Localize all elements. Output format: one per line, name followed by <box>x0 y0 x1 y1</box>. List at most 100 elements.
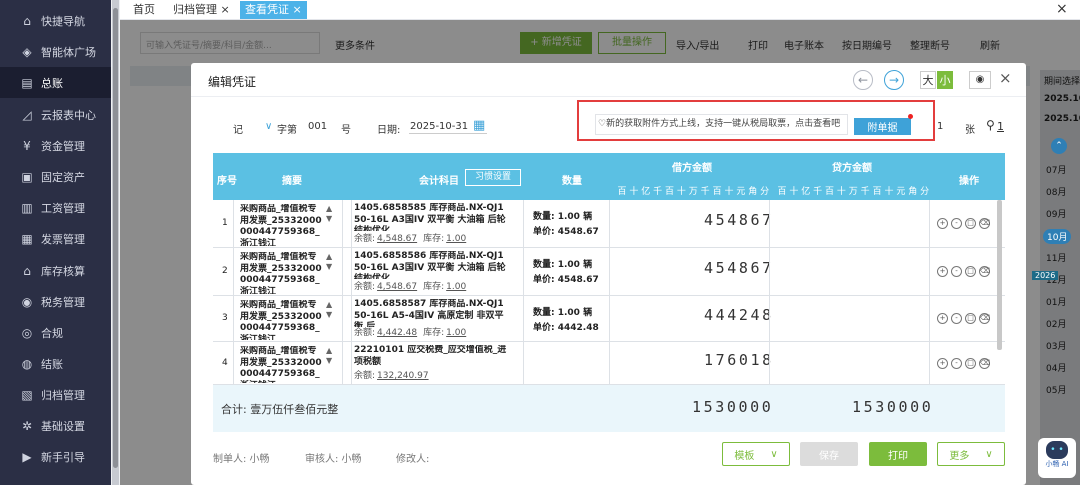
digit-label: 分 <box>920 187 930 197</box>
sidebar-item-3[interactable]: ◿ 云报表中心 <box>0 99 111 130</box>
sidebar-item-5[interactable]: ▣ 固定资产 <box>0 161 111 192</box>
size-small-button[interactable]: 小 <box>937 71 953 89</box>
sidebar-item-1[interactable]: ◈ 智能体广场 <box>0 36 111 67</box>
voucher-table-header: 序号 摘要 会计科目 习惯设置 数量 借方金额 贷方金额 操作 百十亿千百十万千… <box>213 153 1005 200</box>
summary-scroll-icon[interactable]: ▲ ▼ <box>326 204 332 224</box>
summary-scroll-icon[interactable]: ▲ ▼ <box>326 252 332 272</box>
voucher-number-input[interactable]: 001 <box>308 121 327 132</box>
period-month[interactable]: 04月 <box>1046 361 1066 374</box>
copy-row-icon[interactable]: □ <box>965 357 976 369</box>
summary-scroll-icon[interactable]: ▲ ▼ <box>326 346 332 366</box>
remove-row-icon[interactable]: - <box>951 357 962 369</box>
remove-row-icon[interactable]: - <box>951 218 962 229</box>
chevron-down-icon[interactable]: ∨ <box>770 449 777 460</box>
digit-label: 百 <box>872 187 882 197</box>
period-month[interactable]: 05月 <box>1046 383 1066 396</box>
chevron-down-icon[interactable]: ∨ <box>985 449 992 460</box>
summary-cell[interactable]: 采购商品_增值税专用发票_25332000000447759368_浙江钱江 <box>240 346 325 383</box>
copy-row-icon[interactable]: □ <box>965 313 976 324</box>
table-row[interactable]: 4 采购商品_增值税专用发票_25332000000447759368_浙江钱江 2… <box>213 342 1005 385</box>
account-cell[interactable]: 1405.6858586 库存商品.NX-QJ150-16L A3国IV 双平衡… <box>354 251 509 279</box>
delete-row-icon[interactable]: ⌫ <box>979 313 990 324</box>
summary-cell[interactable]: 采购商品_增值税专用发票_25332000000447759368_浙江钱江 <box>240 300 325 340</box>
save-button[interactable]: 保存 <box>800 442 858 466</box>
delete-row-icon[interactable]: ⌫ <box>979 266 990 277</box>
sidebar-item-14[interactable]: ▶ 新手引导 <box>0 441 111 472</box>
print-button[interactable]: 打印 <box>869 442 927 466</box>
col-summary: 摘要 <box>282 176 302 187</box>
remove-row-icon[interactable]: - <box>951 266 962 277</box>
summary-cell[interactable]: 采购商品_增值税专用发票_25332000000447759368_浙江钱江 <box>240 204 325 246</box>
sidebar-item-13[interactable]: ✲ 基础设置 <box>0 410 111 441</box>
table-scrollbar[interactable] <box>997 200 1002 350</box>
table-row[interactable]: 2 采购商品_增值税专用发票_25332000000447759368_浙江钱江 1… <box>213 248 1005 296</box>
attachment-count[interactable]: 1 <box>937 121 943 132</box>
copy-row-icon[interactable]: □ <box>965 218 976 229</box>
account-cell[interactable]: 22210101 应交税费_应交增值税_进项税额 <box>354 345 509 373</box>
dialog-title: 编辑凭证 <box>208 75 257 89</box>
period-month[interactable]: 02月 <box>1046 317 1066 330</box>
voucher-word[interactable]: 记 <box>233 121 243 136</box>
sidebar-item-2[interactable]: ▤ 总账 <box>0 67 111 98</box>
sidebar-item-0[interactable]: ⌂ 快捷导航 <box>0 5 111 36</box>
eye-icon[interactable]: ◉ <box>969 71 991 89</box>
size-large-button[interactable]: 大 <box>920 71 936 89</box>
column-divider <box>233 296 234 342</box>
add-row-icon[interactable]: + <box>937 266 948 277</box>
date-label: 日期: <box>377 125 401 136</box>
sidebar-item-12[interactable]: ▧ 归档管理 <box>0 379 111 410</box>
delete-row-icon[interactable]: ⌫ <box>979 357 990 369</box>
period-month[interactable]: 10月 <box>1043 229 1072 244</box>
sidebar-item-9[interactable]: ◉ 税务管理 <box>0 286 111 317</box>
sidebar-item-4[interactable]: ¥ 资金管理 <box>0 130 111 161</box>
sidebar-item-7[interactable]: ▦ 发票管理 <box>0 223 111 254</box>
table-row[interactable]: 1 采购商品_增值税专用发票_25332000000447759368_浙江钱江 1… <box>213 200 1005 248</box>
period-month[interactable]: 01月 <box>1046 295 1066 308</box>
period-month[interactable]: 11月 <box>1046 251 1066 264</box>
tab-home[interactable]: 首页 <box>128 1 160 19</box>
paperclip-icon[interactable]: ⚲ <box>986 118 995 132</box>
date-input[interactable]: 2025-10-31 <box>410 121 468 132</box>
more-button[interactable]: 更多 ∨ <box>937 442 1005 466</box>
remove-row-icon[interactable]: - <box>951 313 962 324</box>
column-divider <box>929 200 930 248</box>
next-voucher-icon[interactable]: → <box>884 70 904 90</box>
tab-archive[interactable]: 归档管理 × <box>168 1 235 19</box>
sidebar-item-11[interactable]: ◍ 结账 <box>0 348 111 379</box>
column-divider <box>233 200 234 248</box>
chevron-down-icon[interactable]: ∨ <box>265 121 272 132</box>
add-row-icon[interactable]: + <box>937 218 948 229</box>
sidebar-item-8[interactable]: ⌂ 库存核算 <box>0 255 111 286</box>
add-row-icon[interactable]: + <box>937 313 948 324</box>
sidebar-scrollbar[interactable] <box>112 0 119 485</box>
ai-assistant-button[interactable]: • • 小畅 AI <box>1038 438 1076 478</box>
summary-scroll-icon[interactable]: ▲ ▼ <box>326 300 332 320</box>
delete-row-icon[interactable]: ⌫ <box>979 218 990 229</box>
account-settings-button[interactable]: 习惯设置 <box>465 169 521 186</box>
sidebar-item-10[interactable]: ◎ 合规 <box>0 317 111 348</box>
period-year-2[interactable]: 2025.10 <box>1044 114 1080 124</box>
period-up-icon[interactable]: ⌃ <box>1051 138 1067 154</box>
window-close-icon[interactable]: × <box>1056 1 1068 17</box>
dialog-close-icon[interactable]: × <box>999 69 1012 87</box>
period-year-1[interactable]: 2025.10 <box>1044 94 1080 104</box>
period-month[interactable]: 07月 <box>1046 163 1066 176</box>
tab-view-voucher[interactable]: 查看凭证 × <box>240 1 307 19</box>
table-row[interactable]: 3 采购商品_增值税专用发票_25332000000447759368_浙江钱江 1… <box>213 296 1005 342</box>
clip-count[interactable]: 1 <box>997 120 1004 133</box>
calendar-icon[interactable]: ▦ <box>473 118 485 133</box>
period-month[interactable]: 08月 <box>1046 185 1066 198</box>
period-month[interactable]: 03月 <box>1046 339 1066 352</box>
template-button[interactable]: 模板 ∨ <box>722 442 790 466</box>
sidebar-scroll-thumb[interactable] <box>113 8 118 468</box>
prev-voucher-icon[interactable]: ← <box>853 70 873 90</box>
account-cell[interactable]: 1405.6858585 库存商品.NX-QJ150-16L A3国IV 双平衡… <box>354 203 509 231</box>
add-row-icon[interactable]: + <box>937 357 948 369</box>
copy-row-icon[interactable]: □ <box>965 266 976 277</box>
attach-docs-button[interactable]: 附单据 <box>854 118 911 135</box>
sidebar-item-6[interactable]: ▥ 工资管理 <box>0 192 111 223</box>
summary-cell[interactable]: 采购商品_增值税专用发票_25332000000447759368_浙江钱江 <box>240 252 325 294</box>
stock-label: 库存: <box>423 328 445 338</box>
account-cell[interactable]: 1405.6858587 库存商品.NX-QJ150-16L A5-4国IV 高… <box>354 299 509 327</box>
period-month[interactable]: 09月 <box>1046 207 1066 220</box>
